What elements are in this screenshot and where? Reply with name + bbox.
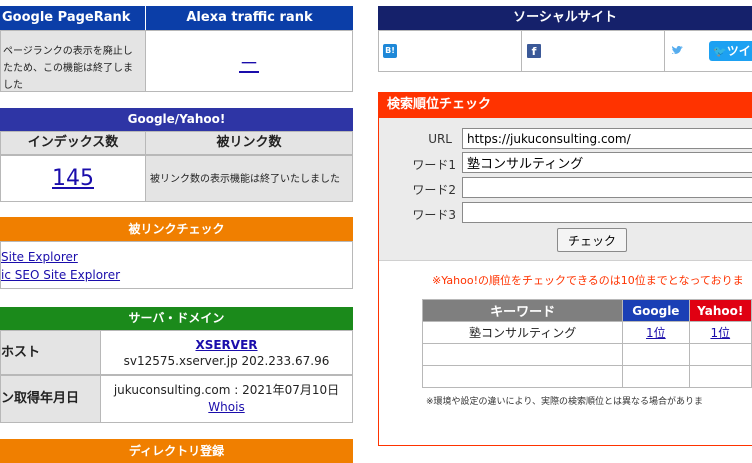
index-count-header: インデックス数 (0, 131, 146, 155)
check-button[interactable]: チェック (557, 228, 627, 252)
url-label: URL (428, 132, 452, 146)
server-domain-header: サーバ・ドメイン (0, 307, 353, 330)
url-input[interactable] (462, 128, 752, 149)
rank-footnote: ※環境や設定の違いにより、実際の検索順位とは異なる場合がありま (426, 397, 704, 407)
yahoo-rank-cell: 1位 (688, 321, 752, 344)
alexa-rank-link[interactable]: － (239, 47, 259, 76)
table-row (421, 343, 752, 366)
word1-input[interactable] (462, 152, 752, 173)
yahoo-rank-link[interactable]: 1位 (710, 326, 730, 340)
word3-input[interactable] (462, 202, 752, 223)
backlink-discontinued-text: 被リンク数の表示機能は終了いたしました (145, 155, 353, 202)
seo-site-explorer-link[interactable]: ic SEO Site Explorer (1, 268, 120, 282)
search-check-header: 検索順位チェック (378, 92, 752, 118)
domain-date-label: ン取得年月日 (0, 375, 101, 423)
domain-cell: jukuconsulting.com : 2021年07月10日 Whois (100, 375, 353, 423)
host-cell: XSERVER sv12575.xserver.jp 202.233.67.96 (100, 330, 353, 375)
social-row: B! f 🐦ツイ (378, 30, 752, 72)
tweet-button[interactable]: 🐦ツイ (709, 41, 752, 61)
table-row (421, 365, 752, 388)
host-label: ホスト (0, 330, 101, 375)
word3-label: ワード3 (412, 208, 456, 222)
index-count-link[interactable]: 145 (52, 166, 94, 191)
index-count-cell: 145 (0, 155, 146, 202)
pagerank-discontinued-text: ページランクの表示を廃止したため、この機能は終了しました (0, 30, 146, 92)
alexa-header: Alexa traffic rank (146, 6, 353, 30)
keyword-cell: 塾コンサルティング (421, 321, 624, 344)
table-row: 塾コンサルティング 1位 1位 (421, 321, 752, 344)
yahoo-limit-notice: ※Yahoo!の順位をチェックできるのは10位までとなっておりま (432, 274, 744, 287)
host-detail: sv12575.xserver.jp 202.233.67.96 (123, 354, 330, 368)
directory-header: ディレクトリ登録 (0, 439, 353, 463)
google-column-header: Google (622, 299, 690, 322)
host-name-link[interactable]: XSERVER (195, 338, 257, 352)
backlink-check-body: Site Explorer ic SEO Site Explorer (0, 241, 353, 289)
domain-detail: jukuconsulting.com : 2021年07月10日 (113, 383, 340, 397)
google-rank-link[interactable]: 1位 (646, 326, 666, 340)
backlink-check-header: 被リンクチェック (0, 217, 353, 241)
social-header: ソーシャルサイト (378, 6, 752, 30)
twitter-icon[interactable] (670, 42, 686, 58)
yahoo-column-header: Yahoo! (688, 299, 752, 322)
site-explorer-link[interactable]: Site Explorer (1, 250, 78, 264)
google-yahoo-header: Google/Yahoo! (0, 108, 353, 131)
keyword-rank-table: キーワード Google Yahoo! 塾コンサルティング 1位 1位 (421, 299, 752, 388)
backlink-count-header: 被リンク数 (145, 131, 353, 155)
word1-label: ワード1 (412, 158, 456, 172)
hatena-bookmark-icon[interactable]: B! (383, 44, 397, 58)
keyword-column-header: キーワード (421, 299, 624, 322)
whois-link[interactable]: Whois (208, 400, 244, 414)
facebook-icon[interactable]: f (527, 44, 541, 58)
word2-label: ワード2 (412, 183, 456, 197)
pagerank-header: Google PageRank (0, 6, 145, 30)
google-rank-cell: 1位 (622, 321, 690, 344)
word2-input[interactable] (462, 177, 752, 198)
alexa-rank-cell: － (145, 30, 353, 92)
